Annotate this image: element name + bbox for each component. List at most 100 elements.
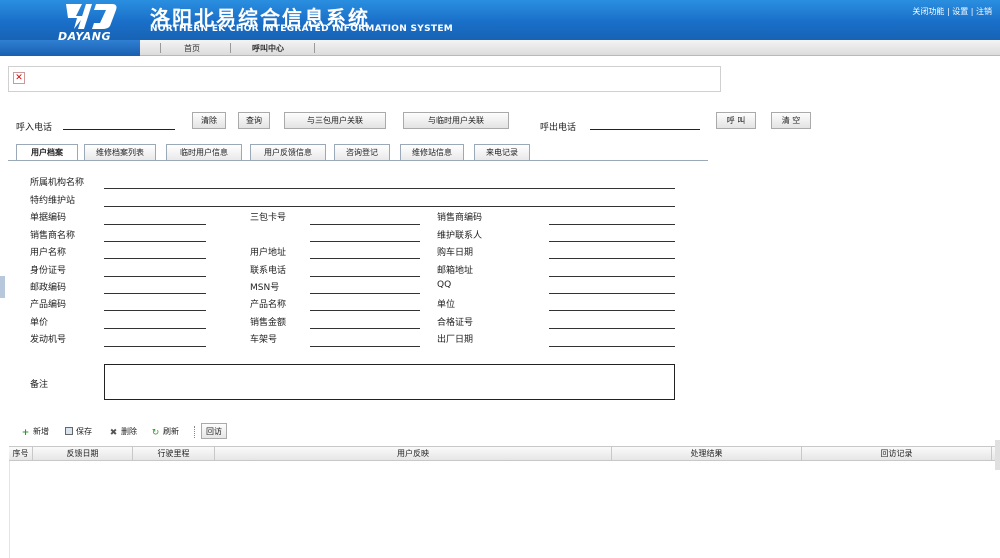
incoming-call-label: 呼入电话: [16, 123, 53, 133]
tab-underline: [8, 160, 708, 161]
form-field[interactable]: [549, 310, 675, 311]
form-field[interactable]: [104, 310, 206, 311]
toolbar-separator: [194, 426, 195, 438]
form-label: 单据编码: [30, 213, 67, 223]
form-label: 出厂日期: [437, 335, 474, 345]
logout-link[interactable]: 注销: [976, 7, 992, 16]
form-label: 发动机号: [30, 335, 67, 345]
clear-all-button[interactable]: 清 空: [771, 112, 811, 129]
remark-textarea[interactable]: [104, 364, 675, 400]
refresh-label: 刷新: [163, 427, 179, 436]
system-subtitle: NORTHERN EK CHOR INTEGRATED INFORMATION …: [150, 24, 454, 34]
form-label: 销售商编码: [437, 213, 483, 223]
form-label: 邮箱地址: [437, 266, 474, 276]
settings-link[interactable]: 设置: [952, 7, 968, 16]
column-header-index[interactable]: 序号: [9, 447, 33, 461]
remark-label: 备注: [30, 380, 49, 390]
tab-repair-list[interactable]: 维修档案列表: [84, 144, 156, 160]
close-function-link[interactable]: 关闭功能: [912, 7, 944, 16]
feedback-grid-header: 序号 反馈日期 行驶里程 用户反映 处理结果 回访记录: [9, 446, 999, 461]
form-field[interactable]: [104, 328, 206, 329]
form-field[interactable]: [549, 258, 675, 259]
form-field[interactable]: [310, 310, 420, 311]
form-field[interactable]: [310, 258, 420, 259]
clear-button[interactable]: 清除: [192, 112, 226, 129]
outgoing-call-field[interactable]: [590, 118, 700, 130]
column-header-user-feedback[interactable]: 用户反映: [215, 447, 612, 461]
form-label: 身份证号: [30, 266, 67, 276]
form-label: 购车日期: [437, 248, 474, 258]
nav-item-home[interactable]: 首页: [184, 43, 200, 54]
dayang-logo-icon: [66, 4, 117, 29]
form-field[interactable]: [310, 224, 420, 225]
link-separator: |: [946, 7, 950, 16]
form-label: 邮政编码: [30, 283, 67, 293]
form-label: 销售金额: [250, 318, 287, 328]
form-label: 用户地址: [250, 248, 287, 258]
nav-divider: [230, 43, 231, 53]
side-collapse-handle[interactable]: [0, 276, 5, 298]
form-field[interactable]: [104, 276, 206, 277]
column-header-callback-record[interactable]: 回访记录: [802, 447, 992, 461]
form-field[interactable]: [549, 224, 675, 225]
org-name-field[interactable]: [104, 188, 675, 189]
column-header-result[interactable]: 处理结果: [612, 447, 802, 461]
refresh-icon: ↻: [151, 428, 160, 438]
delete-label: 删除: [121, 427, 137, 436]
form-label: 合格证号: [437, 318, 474, 328]
tab-repair-station[interactable]: 维修站信息: [400, 144, 464, 160]
tab-call-records[interactable]: 来电记录: [474, 144, 530, 160]
column-header-feedback-date[interactable]: 反馈日期: [33, 447, 133, 461]
link-separator: |: [970, 7, 974, 16]
form-label: 维护联系人: [437, 231, 483, 241]
link-sanbao-user-button[interactable]: 与三包用户关联: [284, 112, 386, 129]
form-label: 单位: [437, 300, 456, 310]
form-label: 车架号: [250, 335, 278, 345]
form-field[interactable]: [549, 346, 675, 347]
refresh-button[interactable]: ↻ 刷新: [151, 424, 179, 440]
form-field[interactable]: [104, 346, 206, 347]
tab-temp-user-info[interactable]: 临时用户信息: [166, 144, 242, 160]
save-button[interactable]: 保存: [65, 424, 92, 440]
grid-toolbar: + 新增 保存 ✖ 删除 ↻ 刷新 回访: [9, 422, 999, 442]
nav-item-call-center[interactable]: 呼叫中心: [252, 43, 284, 54]
tab-user-feedback[interactable]: 用户反馈信息: [250, 144, 326, 160]
form-field[interactable]: [104, 293, 206, 294]
link-temp-user-button[interactable]: 与临时用户关联: [403, 112, 509, 129]
nav-bar: 首页 呼叫中心: [0, 40, 1000, 56]
form-field[interactable]: [310, 276, 420, 277]
close-icon[interactable]: ✕: [13, 72, 25, 84]
call-button[interactable]: 呼 叫: [716, 112, 756, 129]
phone-row: 呼入电话 清除 查询 与三包用户关联 与临时用户关联 呼出电话 呼 叫 清 空: [0, 112, 1000, 134]
form-field[interactable]: [549, 328, 675, 329]
add-button[interactable]: + 新增: [21, 424, 49, 440]
tab-consult-register[interactable]: 咨询登记: [334, 144, 390, 160]
form-field[interactable]: [310, 328, 420, 329]
form-label: 三包卡号: [250, 213, 287, 223]
form-field[interactable]: [310, 346, 420, 347]
incoming-call-field[interactable]: [63, 118, 175, 130]
form-field[interactable]: [549, 276, 675, 277]
form-label: 用户名称: [30, 248, 67, 258]
save-label: 保存: [76, 427, 92, 436]
form-label: QQ: [437, 280, 452, 290]
floppy-disk-icon: [65, 427, 73, 435]
callback-button[interactable]: 回访: [201, 423, 227, 439]
form-field[interactable]: [104, 241, 206, 242]
form-field[interactable]: [549, 293, 675, 294]
vertical-scrollbar[interactable]: [995, 440, 1000, 470]
query-button[interactable]: 查询: [238, 112, 270, 129]
form-field[interactable]: [310, 293, 420, 294]
station-field[interactable]: [104, 206, 675, 207]
company-logo: DAYANG: [52, 2, 134, 43]
delete-button[interactable]: ✖ 删除: [109, 424, 137, 440]
form-field[interactable]: [104, 258, 206, 259]
form-field[interactable]: [549, 241, 675, 242]
plus-icon: +: [21, 428, 30, 438]
column-header-mileage[interactable]: 行驶里程: [133, 447, 215, 461]
form-label: 产品名称: [250, 300, 287, 310]
form-field[interactable]: [104, 224, 206, 225]
form-label: 产品编码: [30, 300, 67, 310]
tab-user-profile[interactable]: 用户档案: [16, 144, 78, 160]
form-field[interactable]: [310, 241, 420, 242]
